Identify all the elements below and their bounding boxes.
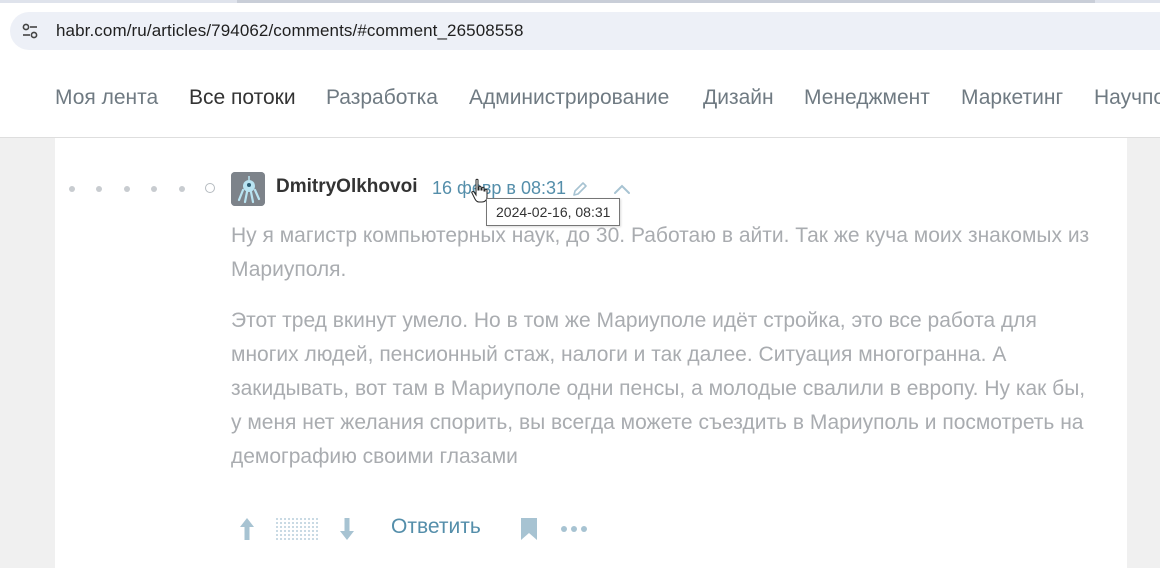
nav-item-my-feed[interactable]: Моя лента: [55, 86, 158, 110]
nav-item-administration[interactable]: Администрирование: [469, 86, 669, 110]
vote-down-icon[interactable]: [337, 516, 357, 542]
hub-navigation: Моя лента Все потоки Разработка Админист…: [0, 60, 1160, 138]
thread-dot-icon: [96, 186, 102, 192]
more-icon[interactable]: [560, 524, 588, 534]
robot-avatar-icon: [231, 172, 265, 206]
nav-item-development[interactable]: Разработка: [326, 86, 438, 110]
vote-score-placeholder: [275, 517, 319, 541]
url-text[interactable]: habr.com/ru/articles/794062/comments/#co…: [56, 21, 524, 41]
address-bar[interactable]: habr.com/ru/articles/794062/comments/#co…: [10, 12, 1160, 50]
bookmark-icon[interactable]: [520, 517, 538, 541]
comment-timestamp[interactable]: 16 февр в 08:31: [432, 178, 566, 199]
avatar[interactable]: [231, 172, 265, 206]
thread-ring-icon[interactable]: [205, 183, 215, 193]
thread-dot-icon: [124, 186, 130, 192]
nav-item-management[interactable]: Менеджмент: [804, 86, 930, 110]
nav-item-popsci[interactable]: Научпоп: [1094, 86, 1160, 110]
collapse-icon[interactable]: [612, 181, 632, 197]
thread-dot-icon: [69, 186, 75, 192]
thread-dot-icon: [151, 186, 157, 192]
nav-item-marketing[interactable]: Маркетинг: [961, 86, 1063, 110]
active-tab-edge: [237, 0, 1095, 3]
nav-item-all-streams[interactable]: Все потоки: [189, 86, 296, 110]
reply-button[interactable]: Ответить: [391, 515, 481, 539]
comment-paragraph: Ну я магистр компьютерных наук, до 30. Р…: [231, 224, 1090, 281]
tab-strip: [0, 0, 1160, 3]
comment-author[interactable]: DmitryOlkhovoi: [276, 176, 417, 198]
tune-icon[interactable]: [20, 21, 40, 41]
nav-item-design[interactable]: Дизайн: [703, 86, 774, 110]
thread-dot-icon: [179, 186, 185, 192]
browser-toolbar: habr.com/ru/articles/794062/comments/#co…: [0, 0, 1160, 60]
vote-up-icon[interactable]: [237, 516, 257, 542]
edit-icon: [573, 182, 587, 196]
comment-paragraph: Этот тред вкинут умело. Но в том же Мари…: [231, 309, 1086, 468]
